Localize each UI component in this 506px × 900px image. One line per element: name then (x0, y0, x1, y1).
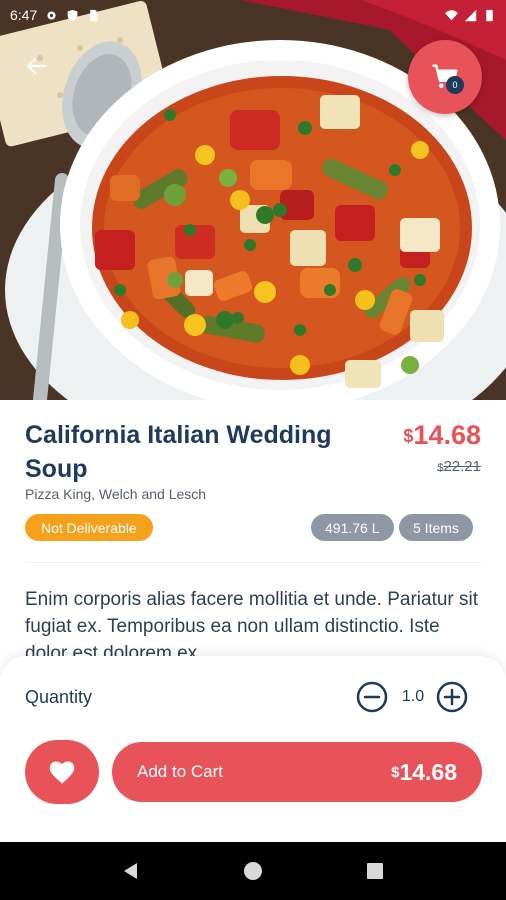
signal-icon (464, 9, 477, 21)
price-currency: $ (403, 426, 414, 446)
increase-quantity-button[interactable] (436, 681, 468, 713)
arrow-left-icon (26, 57, 47, 75)
add-to-cart-total: $14.68 (391, 759, 457, 786)
product-title: California Italian Wedding Soup (25, 421, 332, 483)
shield-icon (67, 9, 78, 21)
items-count-badge: 5 Items (399, 514, 473, 541)
add-to-cart-button[interactable]: Add to Cart $14.68 (112, 742, 482, 802)
heart-icon (49, 761, 75, 784)
old-price: $22.21 (437, 458, 481, 475)
quantity-label: Quantity (25, 687, 93, 707)
product-description: Enim corporis alias facere mollitia et u… (25, 589, 479, 664)
capacity-badge: 491.76 L (311, 514, 394, 541)
battery-icon (486, 9, 493, 21)
add-to-cart-label: Add to Cart (137, 762, 223, 781)
delivery-status-badge: Not Deliverable (25, 514, 153, 541)
status-bar: 6:47 (0, 0, 506, 30)
price-amount: 14.68 (413, 420, 481, 450)
store-name: Pizza King, Welch and Lesch (25, 486, 207, 502)
plus-circle-icon (436, 681, 468, 713)
recents-square-icon (367, 863, 383, 879)
back-triangle-icon (124, 863, 137, 879)
old-price-amount: 22.21 (443, 458, 481, 475)
decrease-quantity-button[interactable] (356, 681, 388, 713)
divider (25, 562, 481, 563)
back-button[interactable] (20, 50, 52, 82)
quantity-value: 1.0 (401, 688, 425, 705)
system-navigation-bar (0, 842, 506, 900)
nav-home-button[interactable] (233, 851, 273, 891)
nav-recents-button[interactable] (355, 851, 395, 891)
gear-icon (47, 10, 56, 20)
wifi-icon (445, 9, 458, 20)
nav-back-button[interactable] (111, 851, 151, 891)
product-price: $14.68 (403, 420, 481, 451)
favorite-button[interactable] (25, 740, 99, 804)
total-currency: $ (391, 763, 400, 781)
sim-card-icon (90, 9, 98, 21)
status-time: 6:47 (10, 7, 38, 23)
cart-button[interactable]: 0 (408, 40, 482, 114)
cart-count-badge: 0 (446, 76, 464, 94)
home-circle-icon (244, 862, 262, 880)
bottom-action-sheet: Quantity 1.0 Add to Cart $14.68 (0, 656, 506, 842)
total-amount: 14.68 (399, 758, 457, 785)
minus-circle-icon (356, 681, 388, 713)
